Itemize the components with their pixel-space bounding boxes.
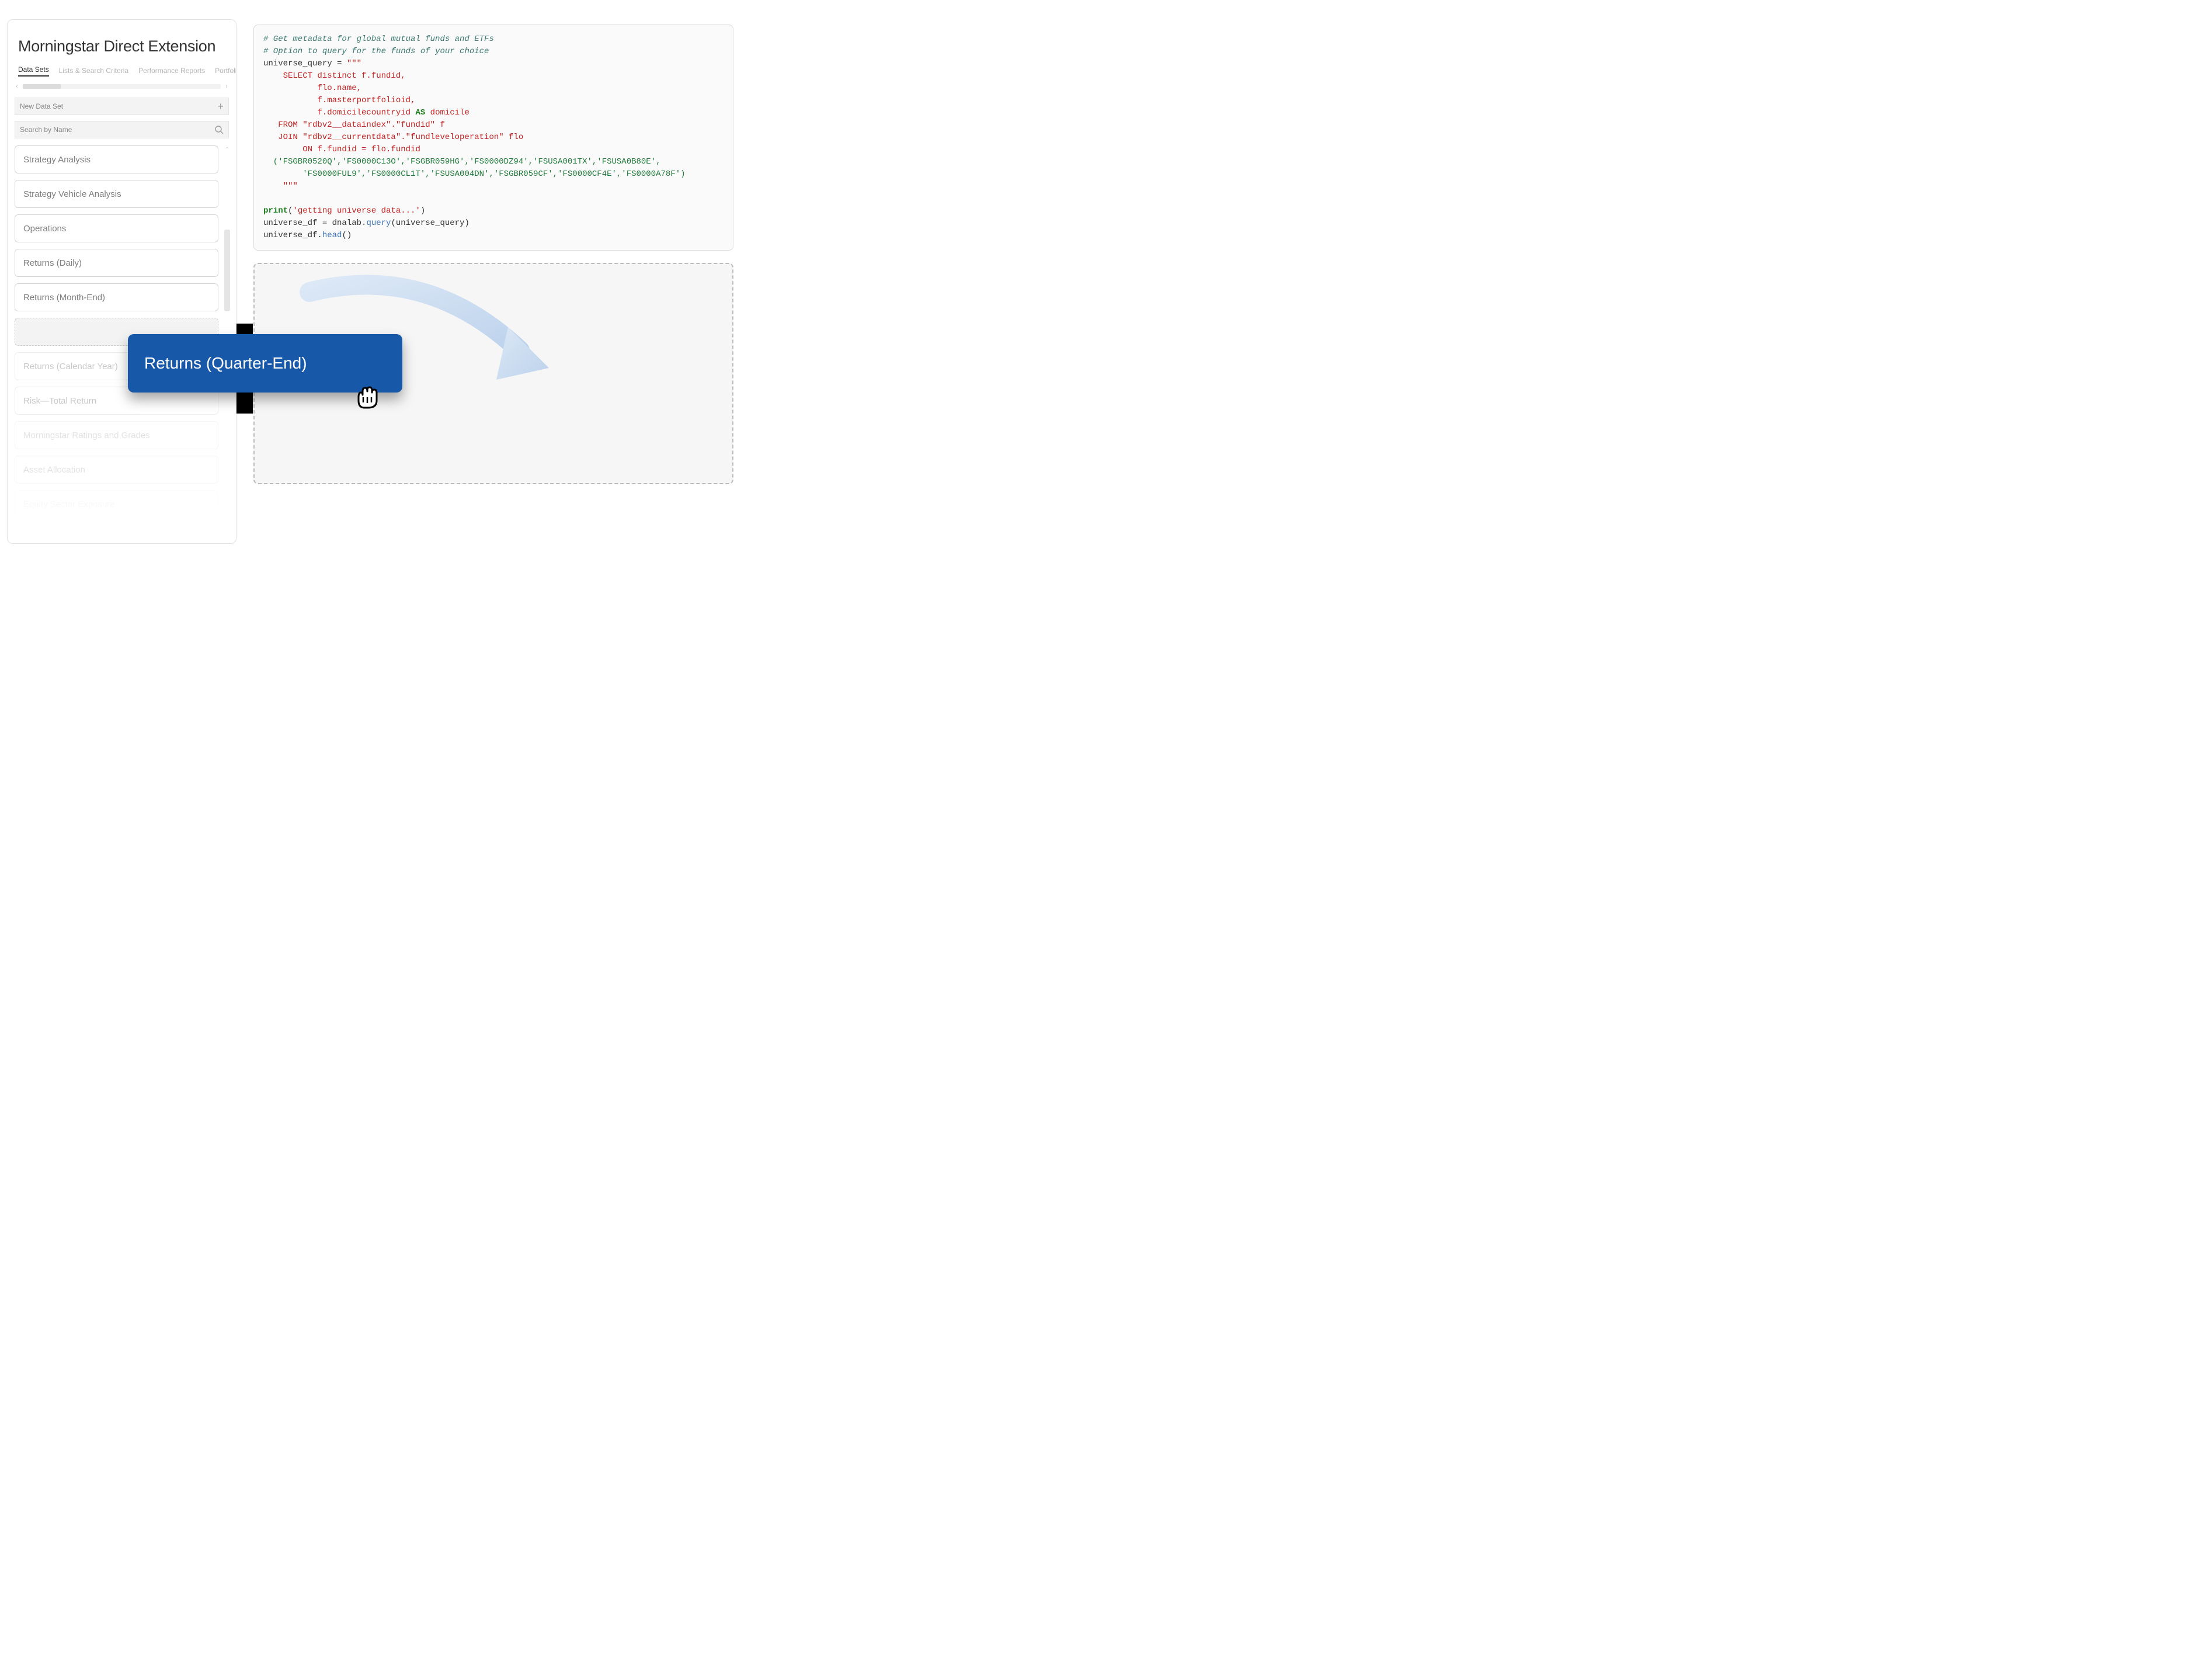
dataset-card[interactable]: Returns (Daily) <box>15 249 218 277</box>
tab-data-sets[interactable]: Data Sets <box>18 65 49 77</box>
plus-icon: + <box>217 100 224 113</box>
dataset-card[interactable]: Returns (Month-End) <box>15 283 218 311</box>
tabs-row: Data Sets Lists & Search Criteria Perfor… <box>8 64 236 78</box>
hscroll-thumb[interactable] <box>23 84 61 89</box>
code-content: # Get metadata for global mutual funds a… <box>263 33 724 242</box>
dataset-card-label: Strategy Analysis <box>23 155 91 165</box>
dataset-card-label: Returns (Month-End) <box>23 293 105 303</box>
search-icon <box>214 125 224 134</box>
dataset-card[interactable]: Strategy Vehicle Analysis <box>15 180 218 208</box>
dataset-card[interactable]: Operations <box>15 214 218 242</box>
dataset-card-label: Morningstar Ratings and Grades <box>23 430 150 440</box>
new-data-set-button[interactable]: New Data Set + <box>15 98 229 115</box>
dataset-card[interactable]: Morningstar Ratings and Grades <box>15 421 218 449</box>
code-cell[interactable]: # Get metadata for global mutual funds a… <box>253 25 733 251</box>
dataset-card-label: Strategy Vehicle Analysis <box>23 189 121 199</box>
tab-portfolio[interactable]: Portfolio M <box>215 67 236 75</box>
dataset-card-label: Equity Sector Exposure <box>23 499 115 509</box>
drag-origin-marker <box>236 324 253 334</box>
tab-lists-search[interactable]: Lists & Search Criteria <box>59 67 128 75</box>
search-placeholder: Search by Name <box>20 126 72 134</box>
dataset-card-label: Returns (Daily) <box>23 258 82 268</box>
dataset-card[interactable]: Equity Sector Exposure <box>15 490 218 518</box>
chevron-up-icon[interactable]: ⌃ <box>223 145 231 154</box>
new-data-set-label: New Data Set <box>20 102 63 110</box>
search-input[interactable]: Search by Name <box>15 121 229 138</box>
chevron-right-icon[interactable]: › <box>223 83 230 90</box>
drag-chip-label: Returns (Quarter-End) <box>144 354 307 373</box>
drag-origin-marker <box>236 393 253 414</box>
scroll-thumb[interactable] <box>224 230 230 311</box>
sidebar-title: Morningstar Direct Extension <box>8 20 236 64</box>
drag-chip[interactable]: Returns (Quarter-End) <box>128 334 402 393</box>
dataset-card-label: Operations <box>23 224 66 234</box>
dataset-card-label: Risk—Total Return <box>23 396 96 406</box>
extension-sidebar: Morningstar Direct Extension Data Sets L… <box>7 19 236 544</box>
dataset-card-label: Returns (Calendar Year) <box>23 362 118 371</box>
tab-performance-reports[interactable]: Performance Reports <box>138 67 205 75</box>
hscroll-track[interactable] <box>23 84 221 89</box>
dataset-card-label: Asset Allocation <box>23 465 85 475</box>
chevron-left-icon[interactable]: ‹ <box>13 83 20 90</box>
dataset-card[interactable]: Strategy Analysis <box>15 145 218 173</box>
tabs-hscroll[interactable]: ‹ › <box>8 81 236 92</box>
dataset-card[interactable]: Asset Allocation <box>15 456 218 484</box>
